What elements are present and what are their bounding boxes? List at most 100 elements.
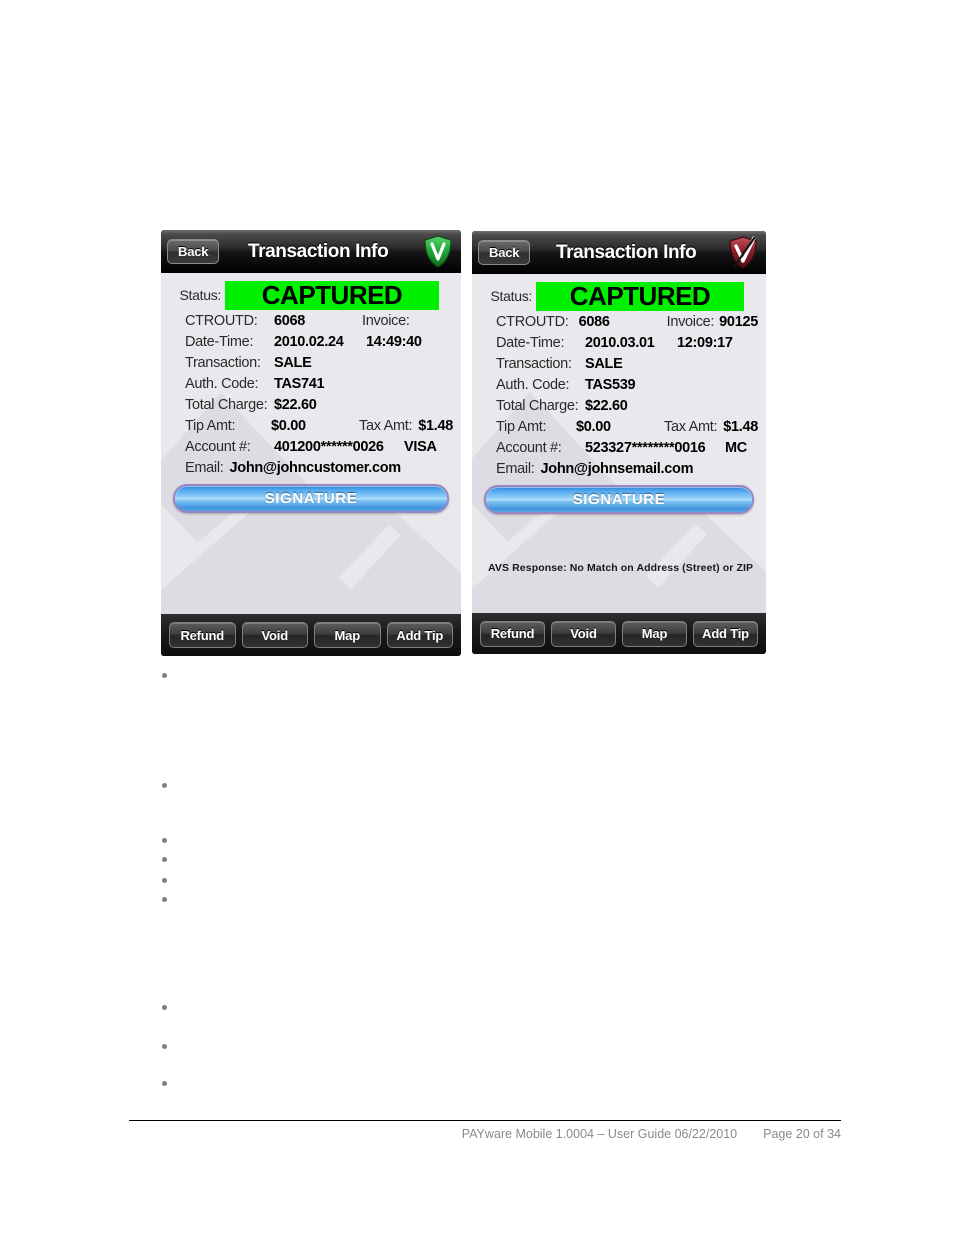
bottom-toolbar: Refund Void Map Add Tip — [161, 614, 461, 656]
list-item-bullet — [162, 1044, 167, 1049]
refund-button[interactable]: Refund — [169, 622, 236, 648]
tip-amt-value: $0.00 — [576, 418, 611, 435]
screen-body: Status: CAPTURED CTROUTD: 6068 Invoice: … — [161, 273, 461, 614]
tip-amt-label: Tip Amt: — [496, 418, 547, 435]
list-item-bullet — [162, 783, 167, 788]
email-value: John@johnsemail.com — [540, 460, 694, 477]
auth-code-value: TAS539 — [585, 376, 636, 393]
ctroutd-label: CTROUTD: — [185, 312, 258, 329]
footer-divider — [129, 1120, 841, 1121]
email-label: Email: — [496, 460, 535, 477]
footer-product: PAYware Mobile 1.0004 – User Guide 06/22… — [461, 1127, 738, 1141]
signature-button[interactable]: SIGNATURE — [484, 485, 754, 514]
account-number-value: 523327********0016 — [585, 439, 706, 456]
field-auth-code: Auth. Code: TAS741 — [161, 373, 461, 394]
list-item-bullet — [162, 1081, 167, 1086]
account-number-value: 401200******0026 — [274, 438, 384, 455]
total-charge-label: Total Charge: — [185, 396, 268, 413]
screen-title: Transaction Info — [555, 241, 697, 263]
account-number-label: Account #: — [185, 438, 251, 455]
transaction-details: Status: CAPTURED CTROUTD: 6068 Invoice: … — [161, 273, 461, 478]
void-button[interactable]: Void — [241, 622, 308, 648]
titlebar: Back Transaction Info — [161, 230, 461, 273]
screen-title: Transaction Info — [247, 240, 389, 262]
transaction-label: Transaction: — [496, 355, 572, 372]
auth-code-label: Auth. Code: — [496, 376, 570, 393]
field-tip-amt: Tip Amt: $0.00 Tax Amt: $1.48 — [472, 416, 766, 437]
ctroutd-label: CTROUTD: — [496, 313, 569, 330]
time-value: 12:09:17 — [677, 334, 733, 351]
titlebar: Back Transaction Info — [472, 231, 766, 274]
shield-declined-icon — [728, 236, 758, 269]
field-auth-code: Auth. Code: TAS539 — [472, 374, 766, 395]
screenshot-transaction-info-mc: Back Transaction Info Status: CAPTURED C… — [472, 231, 766, 654]
list-item-bullet — [162, 878, 167, 883]
date-value: 2010.03.01 — [585, 334, 655, 351]
field-ctroutd: CTROUTD: 6086 Invoice: 90125 — [472, 311, 766, 332]
list-item-bullet — [162, 857, 167, 862]
signature-button-wrap: SIGNATURE — [161, 478, 461, 513]
avs-response-text: AVS Response: No Match on Address (Stree… — [488, 562, 754, 574]
back-button[interactable]: Back — [478, 240, 531, 265]
time-value: 14:49:40 — [366, 333, 422, 350]
list-item-bullet — [162, 673, 167, 678]
field-ctroutd: CTROUTD: 6068 Invoice: — [161, 310, 461, 331]
field-total-charge: Total Charge: $22.60 — [472, 395, 766, 416]
list-item-bullet — [162, 897, 167, 902]
page-footer: PAYware Mobile 1.0004 – User Guide 06/22… — [129, 1127, 841, 1141]
map-button[interactable]: Map — [314, 622, 381, 648]
card-brand-value: VISA — [404, 438, 437, 455]
ctroutd-value: 6068 — [274, 312, 306, 329]
field-tip-amt: Tip Amt: $0.00 Tax Amt: $1.48 — [161, 415, 461, 436]
transaction-details: Status: CAPTURED CTROUTD: 6086 Invoice: … — [472, 274, 766, 479]
status-label: Status: — [490, 288, 533, 304]
card-brand-value: MC — [725, 439, 747, 456]
tax-amt-label: Tax Amt: — [664, 418, 718, 435]
transaction-value: SALE — [585, 355, 623, 372]
email-value: John@johncustomer.com — [229, 459, 402, 476]
list-item-bullet — [162, 838, 167, 843]
add-tip-button[interactable]: Add Tip — [693, 620, 758, 647]
invoice-label: Invoice: — [666, 313, 715, 330]
list-item-bullet — [162, 1005, 167, 1010]
field-total-charge: Total Charge: $22.60 — [161, 394, 461, 415]
field-account-number: Account #: 523327********0016 MC — [472, 437, 766, 458]
footer-page-number: Page 20 of 34 — [763, 1127, 841, 1141]
tax-amt-value: $1.48 — [723, 418, 758, 435]
transaction-label: Transaction: — [185, 354, 261, 371]
back-button[interactable]: Back — [167, 239, 220, 264]
refund-button[interactable]: Refund — [480, 620, 545, 647]
status-badge: CAPTURED — [225, 280, 439, 310]
map-button[interactable]: Map — [622, 620, 687, 647]
signature-button-wrap: SIGNATURE — [472, 479, 766, 514]
screenshot-transaction-info-visa: Back Transaction Info Status: CAPTURED C… — [161, 230, 461, 656]
add-tip-button[interactable]: Add Tip — [386, 622, 453, 648]
void-button[interactable]: Void — [551, 620, 616, 647]
date-time-label: Date-Time: — [496, 334, 565, 351]
invoice-label: Invoice: — [362, 312, 410, 329]
account-number-label: Account #: — [496, 439, 562, 456]
tax-amt-value: $1.48 — [418, 417, 453, 434]
field-email: Email: John@johncustomer.com — [161, 457, 461, 478]
field-transaction: Transaction: SALE — [161, 352, 461, 373]
screen-body: Status: CAPTURED CTROUTD: 6086 Invoice: … — [472, 274, 766, 613]
total-charge-value: $22.60 — [585, 397, 628, 414]
invoice-value: 90125 — [719, 313, 758, 330]
auth-code-value: TAS741 — [274, 375, 325, 392]
total-charge-value: $22.60 — [274, 396, 317, 413]
signature-button[interactable]: SIGNATURE — [173, 484, 449, 513]
status-label: Status: — [179, 287, 222, 303]
tax-amt-label: Tax Amt: — [359, 417, 413, 434]
status-row: Status: CAPTURED — [161, 279, 461, 310]
ctroutd-value: 6086 — [578, 313, 610, 330]
field-date-time: Date-Time: 2010.03.01 12:09:17 — [472, 332, 766, 353]
status-badge: CAPTURED — [536, 281, 744, 311]
total-charge-label: Total Charge: — [496, 397, 579, 414]
status-row: Status: CAPTURED — [472, 280, 766, 311]
transaction-value: SALE — [274, 354, 312, 371]
email-label: Email: — [185, 459, 224, 476]
tip-amt-value: $0.00 — [271, 417, 306, 434]
field-transaction: Transaction: SALE — [472, 353, 766, 374]
field-email: Email: John@johnsemail.com — [472, 458, 766, 479]
field-account-number: Account #: 401200******0026 VISA — [161, 436, 461, 457]
